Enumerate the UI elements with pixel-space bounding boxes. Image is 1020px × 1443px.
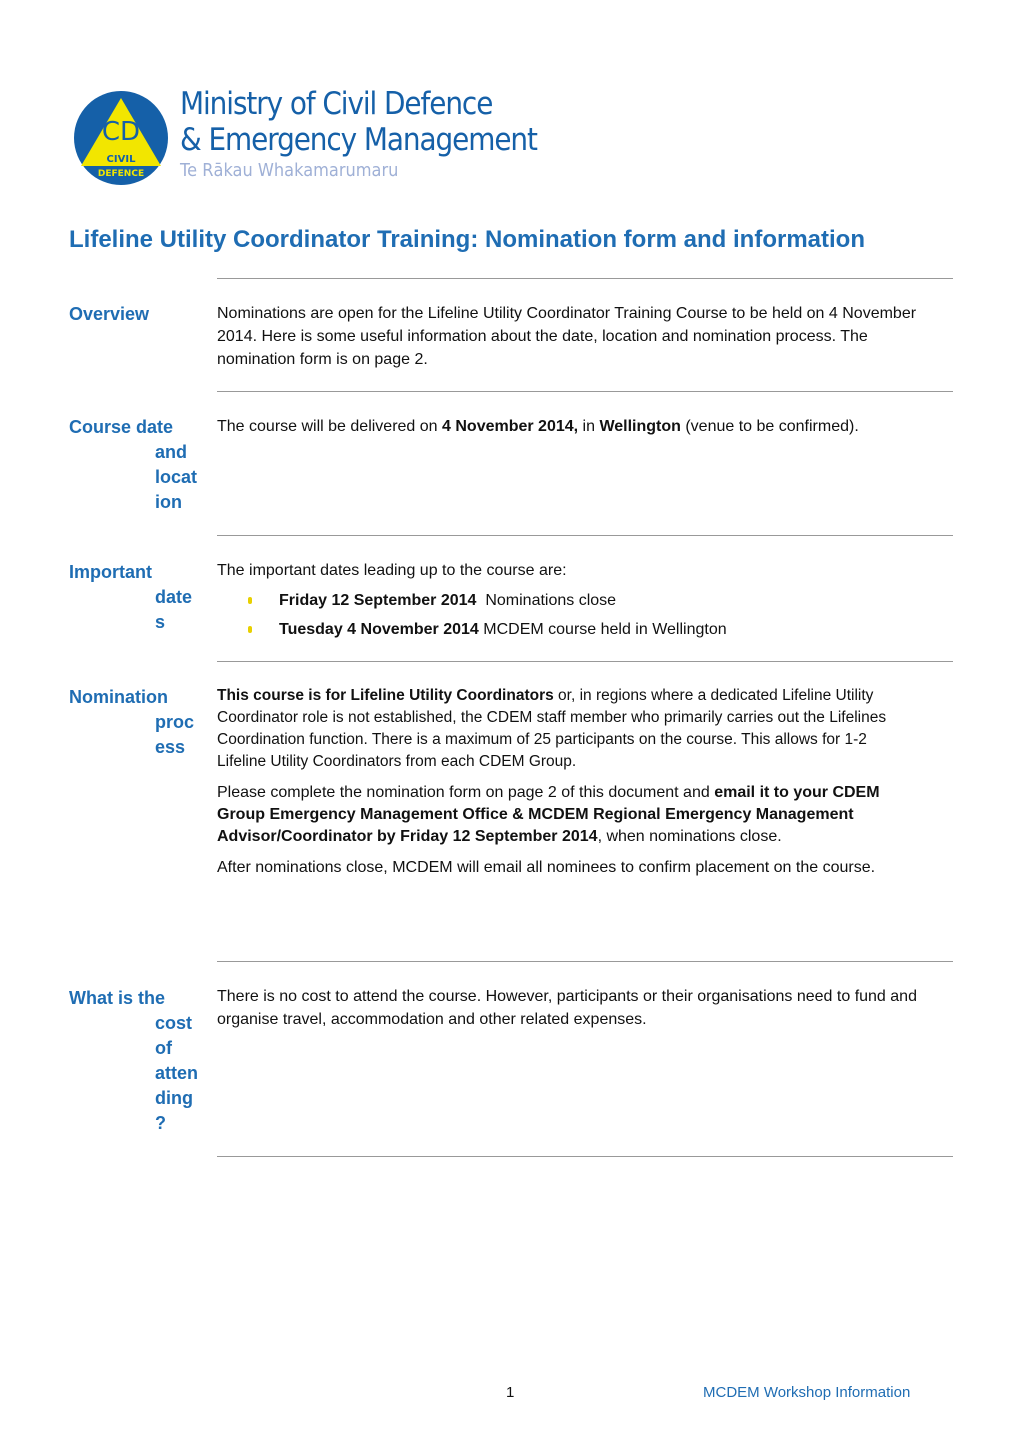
cost-paragraph: There is no cost to attend the course. H…: [217, 988, 917, 1028]
dates-intro: The important dates leading up to the co…: [217, 562, 567, 579]
section-label-cost: What is the cost of attending?: [69, 986, 200, 1211]
divider: [217, 961, 953, 962]
divider: [217, 661, 953, 662]
bold-text: This course is for Lifeline Utility Coor…: [217, 687, 554, 704]
footer-doc-title: MCDEM Workshop Information: [703, 1384, 911, 1401]
course-date: 4 November 2014,: [442, 418, 579, 435]
svg-text:CIVIL: CIVIL: [107, 154, 137, 165]
list-item: Tuesday 4 November 2014 MCDEM course hel…: [248, 615, 917, 644]
divider: [217, 535, 953, 536]
date: Tuesday 4 November 2014: [279, 621, 479, 638]
logo-line2: & Emergency Management: [180, 122, 538, 158]
course-text: The course will be delivered on 4 Novemb…: [217, 415, 917, 447]
course-location: Wellington: [599, 418, 681, 435]
civil-defence-emblem: CD CIVIL DEFENCE: [73, 90, 169, 191]
cost-text: There is no cost to attend the course. H…: [217, 985, 917, 1040]
svg-text:CD: CD: [102, 117, 140, 147]
text: , when nominations close.: [597, 828, 782, 845]
event: MCDEM course held in Wellington: [478, 621, 727, 638]
list-item: Friday 12 September 2014 Nominations clo…: [248, 586, 917, 615]
dates-text: The important dates leading up to the co…: [217, 559, 917, 644]
dates-list: Friday 12 September 2014 Nominations clo…: [217, 586, 917, 644]
bullet-icon: [248, 597, 252, 604]
text: The course will be delivered on: [217, 418, 443, 435]
divider: [217, 391, 953, 392]
event: Nominations close: [476, 592, 617, 609]
text: Please complete the nomination form on p…: [217, 784, 715, 801]
page-title: Lifeline Utility Coordinator Training: N…: [69, 226, 865, 253]
overview-paragraph: Nominations are open for the Lifeline Ut…: [217, 305, 917, 368]
divider: [217, 278, 953, 279]
text: in: [578, 418, 600, 435]
text: After nominations close, MCDEM will emai…: [217, 859, 876, 876]
svg-text:DEFENCE: DEFENCE: [98, 169, 144, 179]
ministry-logo-text: Ministry of Civil Defence & Emergency Ma…: [180, 86, 577, 181]
bullet-icon: [248, 626, 252, 633]
nomination-text: This course is for Lifeline Utility Coor…: [217, 685, 917, 888]
section-label-nomination: Nomination process: [69, 685, 200, 910]
label-text: Overview: [69, 304, 150, 324]
overview-text: Nominations are open for the Lifeline Ut…: [217, 302, 917, 380]
date: Friday 12 September 2014: [279, 592, 477, 609]
text: (venue to be confirmed).: [680, 418, 859, 435]
divider: [217, 1156, 953, 1157]
page-number: 1: [506, 1384, 515, 1401]
logo-line1: Ministry of Civil Defence: [180, 86, 493, 122]
logo-line3: Te Rākau Whakamarumaru: [180, 160, 399, 181]
document-page: CD CIVIL DEFENCE Ministry of Civil Defence…: [0, 0, 1020, 1443]
